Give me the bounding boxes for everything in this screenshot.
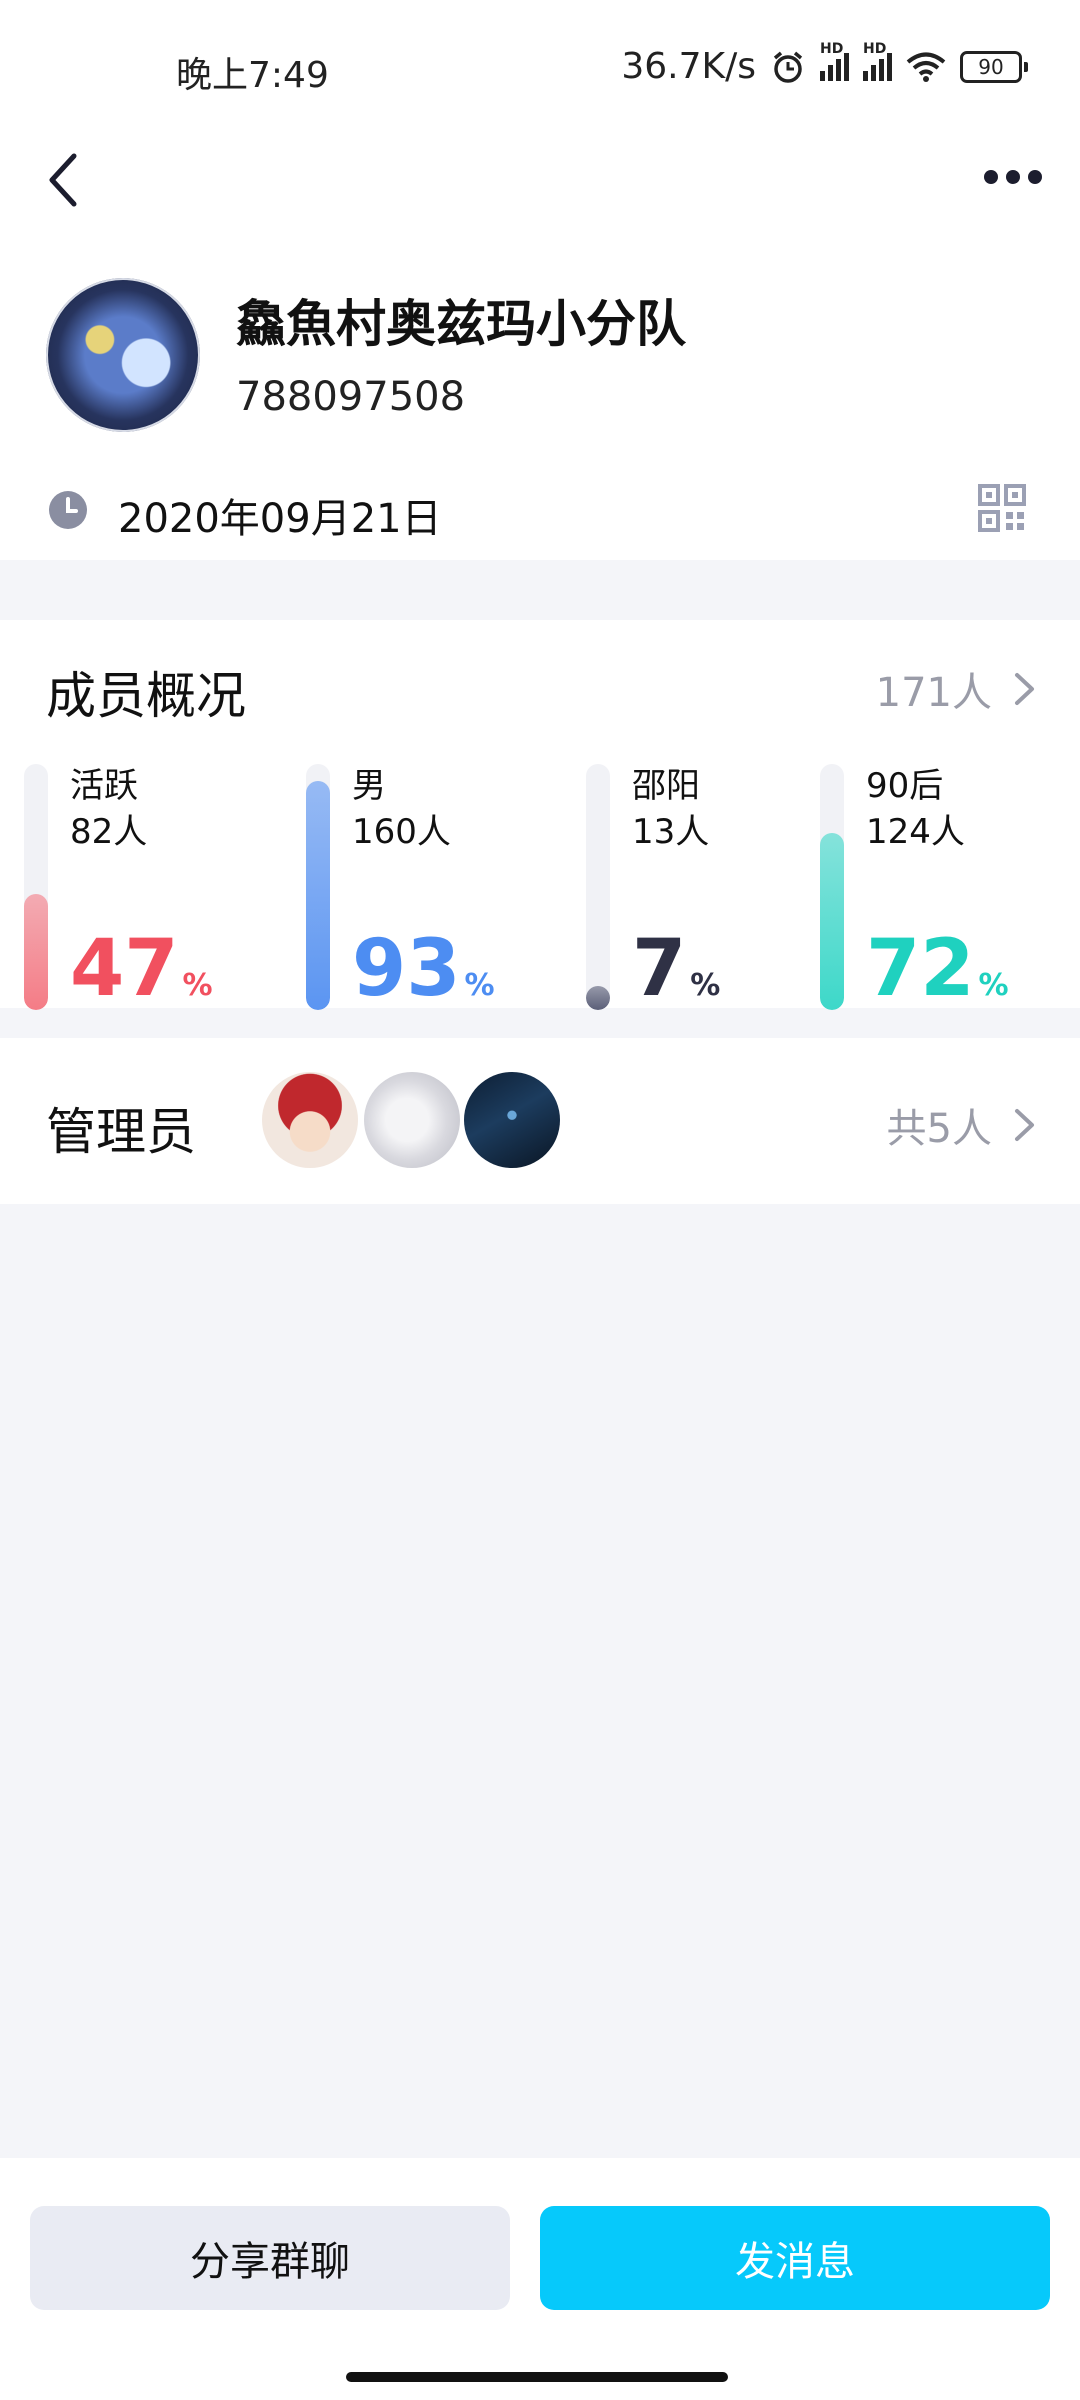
chevron-right-icon (1015, 673, 1034, 705)
stat-percent: 47% (70, 924, 213, 1014)
stat-bar (586, 764, 610, 1010)
stat-bar (24, 764, 48, 1010)
stat-bar-fill (24, 894, 48, 1010)
group-id: 788097508 (236, 374, 466, 420)
back-icon[interactable] (40, 150, 90, 210)
stat-bar-fill (820, 833, 844, 1010)
admin-avatar[interactable] (262, 1072, 358, 1168)
status-time: 晚上7:49 (176, 55, 329, 96)
stat-age: 90后 124人 72% (820, 764, 1060, 1014)
admins-title: 管理员 (46, 1103, 196, 1161)
stat-label: 邵阳 (632, 766, 700, 806)
stat-region: 邵阳 13人 7% (586, 764, 806, 1014)
stat-percent: 72% (866, 924, 1009, 1014)
alarm-icon (773, 51, 803, 83)
stat-percent: 7% (632, 924, 721, 1014)
members-total[interactable]: 171人 (876, 660, 1038, 718)
stat-active: 活跃 82人 47% (24, 764, 274, 1014)
stat-bar (306, 764, 330, 1010)
group-avatar[interactable] (46, 278, 200, 432)
chevron-right-icon (1015, 1109, 1034, 1141)
group-name: 鱻魚村奥兹玛小分队 (236, 295, 686, 353)
stat-label: 男 (352, 766, 386, 806)
stat-count: 13人 (632, 812, 710, 852)
stat-count: 160人 (352, 812, 451, 852)
more-icon[interactable] (984, 170, 1042, 184)
stat-bar-fill (306, 781, 330, 1010)
members-title: 成员概况 (46, 667, 246, 725)
stat-count: 124人 (866, 812, 965, 852)
clock-icon (49, 491, 87, 529)
share-group-button[interactable]: 分享群聊 (30, 2206, 510, 2310)
battery-icon: 90 (960, 50, 1028, 83)
signal-icon-1: HD (820, 41, 849, 81)
admins-count[interactable]: 共5人 (887, 1096, 1038, 1154)
qr-code-icon[interactable] (978, 484, 1026, 532)
home-indicator[interactable] (346, 2372, 728, 2382)
admin-avatar[interactable] (364, 1072, 460, 1168)
status-icons: 36.7K/s HD HD 90 (621, 41, 1028, 87)
stat-label: 活跃 (70, 766, 138, 806)
stat-bar-fill (586, 986, 610, 1010)
signal-icon-2: HD (863, 41, 892, 81)
stat-bar (820, 764, 844, 1010)
stat-count: 82人 (70, 812, 148, 852)
stat-male: 男 160人 93% (306, 764, 556, 1014)
created-date: 2020年09月21日 (118, 496, 442, 542)
stat-label: 90后 (866, 766, 944, 806)
wifi-icon (906, 52, 946, 82)
admin-avatar[interactable] (464, 1072, 560, 1168)
stat-percent: 93% (352, 924, 495, 1014)
send-message-button[interactable]: 发消息 (540, 2206, 1050, 2310)
network-speed: 36.7K/s (621, 46, 756, 87)
